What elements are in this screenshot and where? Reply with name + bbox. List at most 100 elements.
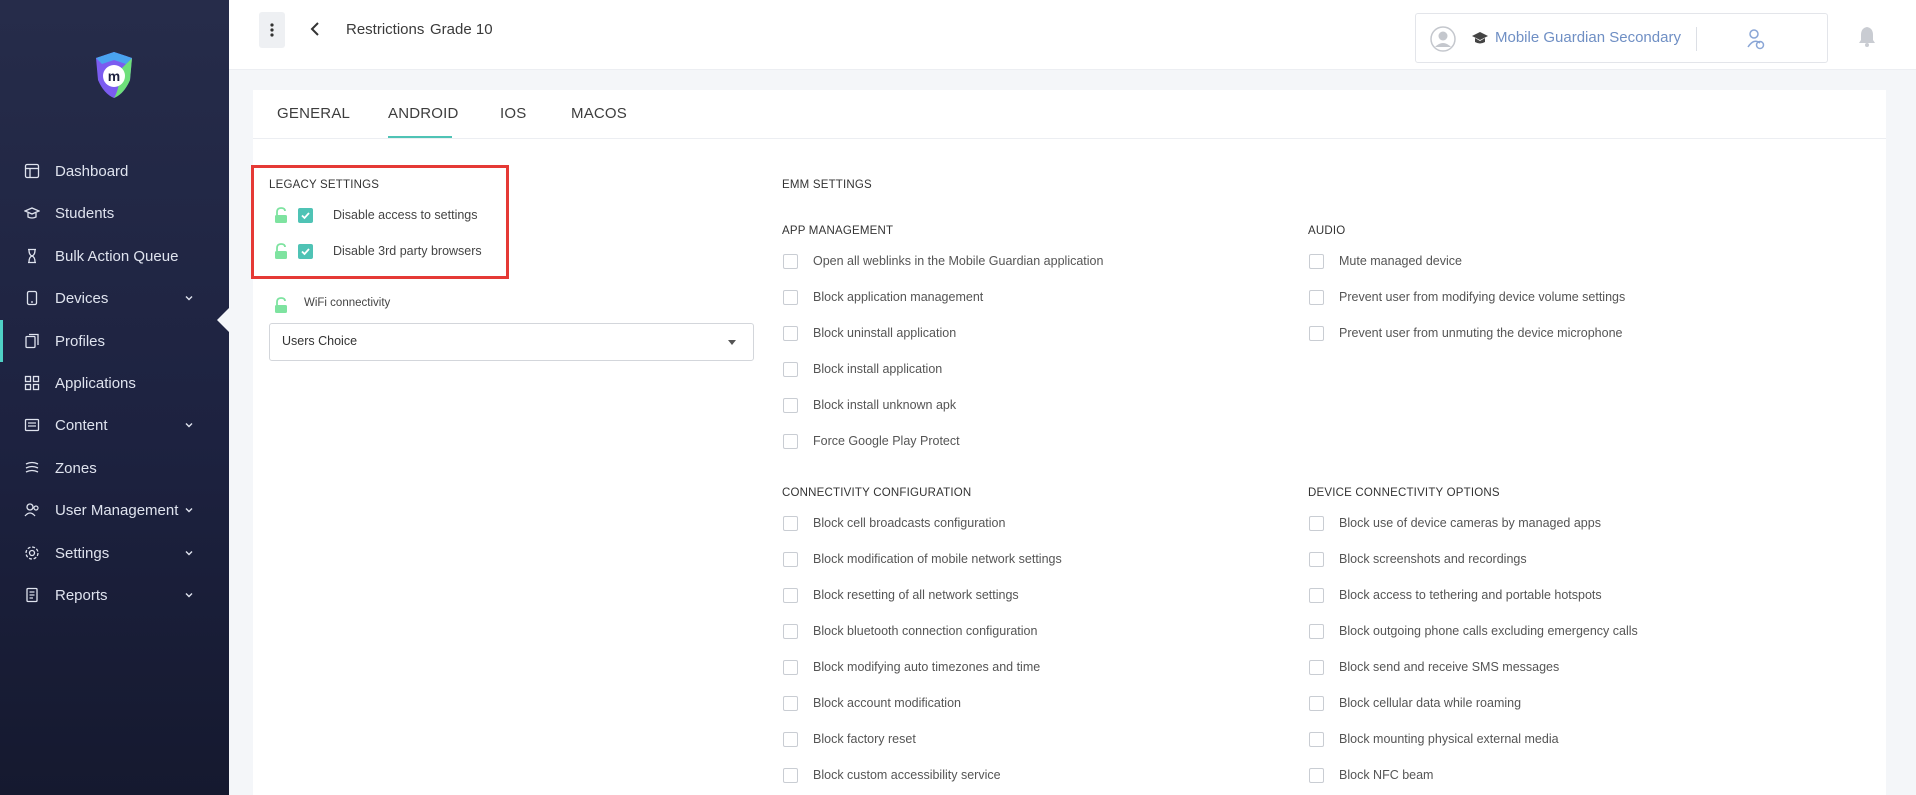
setting-checkbox[interactable] [783, 588, 798, 603]
setting-label: Prevent user from unmuting the device mi… [1339, 326, 1623, 340]
setting-checkbox[interactable] [783, 516, 798, 531]
setting-label: Block use of device cameras by managed a… [1339, 516, 1601, 530]
device-icon [26, 290, 38, 306]
content-icon [24, 418, 40, 432]
sidebar-item-label: Settings [55, 544, 110, 562]
wifi-connectivity-value: Users Choice [282, 334, 358, 348]
setting-checkbox[interactable] [1309, 768, 1324, 783]
sidebar-item-user-management[interactable]: User Management [0, 489, 229, 531]
setting-label: Block modification of mobile network set… [813, 552, 1062, 566]
connectivity-configuration-title: CONNECTIVITY CONFIGURATION [782, 487, 972, 499]
setting-checkbox[interactable] [783, 434, 798, 449]
setting-label: Prevent user from modifying device volum… [1339, 290, 1626, 304]
setting-label: Block bluetooth connection configuration [813, 624, 1038, 638]
legacy-settings-title: LEGACY SETTINGS [269, 179, 380, 191]
setting-label: Block send and receive SMS messages [1339, 660, 1560, 674]
chevron-down-icon [185, 551, 193, 556]
sidebar-item-devices[interactable]: Devices [0, 277, 229, 319]
setting-label: Block install application [813, 362, 943, 376]
sidebar-item-zones[interactable]: Zones [0, 447, 229, 489]
more-menu-button[interactable] [259, 12, 285, 48]
setting-label: Block custom accessibility service [813, 768, 1001, 782]
setting-checkbox[interactable] [783, 398, 798, 413]
setting-checkbox[interactable] [783, 696, 798, 711]
setting-checkbox[interactable] [1309, 254, 1324, 269]
setting-label: Block mounting physical external media [1339, 732, 1559, 746]
notification-bell-icon[interactable] [1858, 25, 1876, 47]
setting-checkbox[interactable] [1309, 552, 1324, 567]
setting-label: Block access to tethering and portable h… [1339, 588, 1602, 602]
legacy-checkbox[interactable] [298, 244, 313, 259]
setting-label: Block screenshots and recordings [1339, 552, 1527, 566]
audio-title: AUDIO [1308, 225, 1346, 237]
tab-general[interactable]: GENERAL [277, 105, 350, 122]
app-management-title: APP MANAGEMENT [782, 225, 894, 237]
svg-text:m: m [108, 68, 120, 84]
setting-checkbox[interactable] [1309, 516, 1324, 531]
account-settings-icon[interactable] [1746, 28, 1766, 50]
school-selector[interactable]: Mobile Guardian Secondary [1415, 13, 1828, 63]
wifi-connectivity-select[interactable]: Users Choice [269, 323, 754, 361]
sidebar-item-label: Dashboard [55, 162, 129, 180]
setting-checkbox[interactable] [1309, 732, 1324, 747]
setting-label: Mute managed device [1339, 254, 1462, 268]
back-arrow-icon[interactable] [309, 22, 321, 36]
unlock-icon[interactable] [274, 207, 288, 224]
setting-checkbox[interactable] [1309, 696, 1324, 711]
setting-label: Block install unknown apk [813, 398, 957, 412]
setting-checkbox[interactable] [783, 254, 798, 269]
tab-ios[interactable]: IOS [500, 105, 526, 122]
users-icon [24, 503, 39, 517]
setting-checkbox[interactable] [783, 732, 798, 747]
setting-checkbox[interactable] [783, 552, 798, 567]
setting-label: Block modifying auto timezones and time [813, 660, 1041, 674]
chevron-down-icon [185, 423, 193, 428]
hourglass-icon [28, 248, 36, 264]
setting-label: Block cell broadcasts configuration [813, 516, 1006, 530]
chevron-down-icon [185, 296, 193, 301]
setting-checkbox[interactable] [783, 290, 798, 305]
sidebar-item-dashboard[interactable]: Dashboard [0, 150, 229, 192]
gear-icon [25, 546, 39, 560]
sidebar-item-content[interactable]: Content [0, 404, 229, 446]
unlock-icon[interactable] [274, 297, 288, 314]
setting-checkbox[interactable] [1309, 660, 1324, 675]
restrictions-card: GENERAL ANDROID IOS MACOS LEGACY SETTING… [251, 90, 1886, 795]
mobile-guardian-logo: m [96, 52, 132, 98]
breadcrumb-restrictions[interactable]: Restrictions [346, 21, 424, 38]
setting-checkbox[interactable] [1309, 290, 1324, 305]
platform-tabs: GENERAL ANDROID IOS MACOS [253, 90, 1886, 139]
setting-label: Open all weblinks in the Mobile Guardian… [813, 254, 1104, 268]
setting-label: Block account modification [813, 696, 961, 710]
sidebar-item-label: Reports [55, 586, 108, 604]
setting-checkbox[interactable] [1309, 588, 1324, 603]
setting-checkbox[interactable] [783, 326, 798, 341]
kebab-icon [270, 23, 274, 37]
graduation-cap-icon [1472, 32, 1488, 44]
tab-macos[interactable]: MACOS [571, 105, 627, 122]
setting-checkbox[interactable] [783, 624, 798, 639]
dashboard-icon [24, 163, 40, 179]
tab-android[interactable]: ANDROID [388, 105, 459, 122]
setting-checkbox[interactable] [783, 362, 798, 377]
sidebar-item-reports[interactable]: Reports [0, 574, 229, 616]
sidebar-item-students[interactable]: Students [0, 192, 229, 234]
setting-label: Block application management [813, 290, 984, 304]
sidebar-item-profiles[interactable]: Profiles [0, 320, 229, 362]
unlock-icon[interactable] [274, 243, 288, 260]
setting-label: Block factory reset [813, 732, 916, 746]
setting-label: Block resetting of all network settings [813, 588, 1019, 602]
sidebar-item-applications[interactable]: Applications [0, 362, 229, 404]
setting-checkbox[interactable] [1309, 624, 1324, 639]
legacy-checkbox[interactable] [298, 208, 313, 223]
sidebar-item-bulk-action-queue[interactable]: Bulk Action Queue [0, 235, 229, 277]
sidebar-item-label: User Management [55, 501, 179, 519]
sidebar-item-settings[interactable]: Settings [0, 532, 229, 574]
sidebar-item-label: Devices [55, 289, 109, 307]
setting-checkbox[interactable] [783, 660, 798, 675]
school-name[interactable]: Mobile Guardian Secondary [1495, 29, 1681, 46]
reports-icon [26, 587, 38, 603]
setting-checkbox[interactable] [1309, 326, 1324, 341]
chevron-down-icon [185, 593, 193, 598]
setting-checkbox[interactable] [783, 768, 798, 783]
